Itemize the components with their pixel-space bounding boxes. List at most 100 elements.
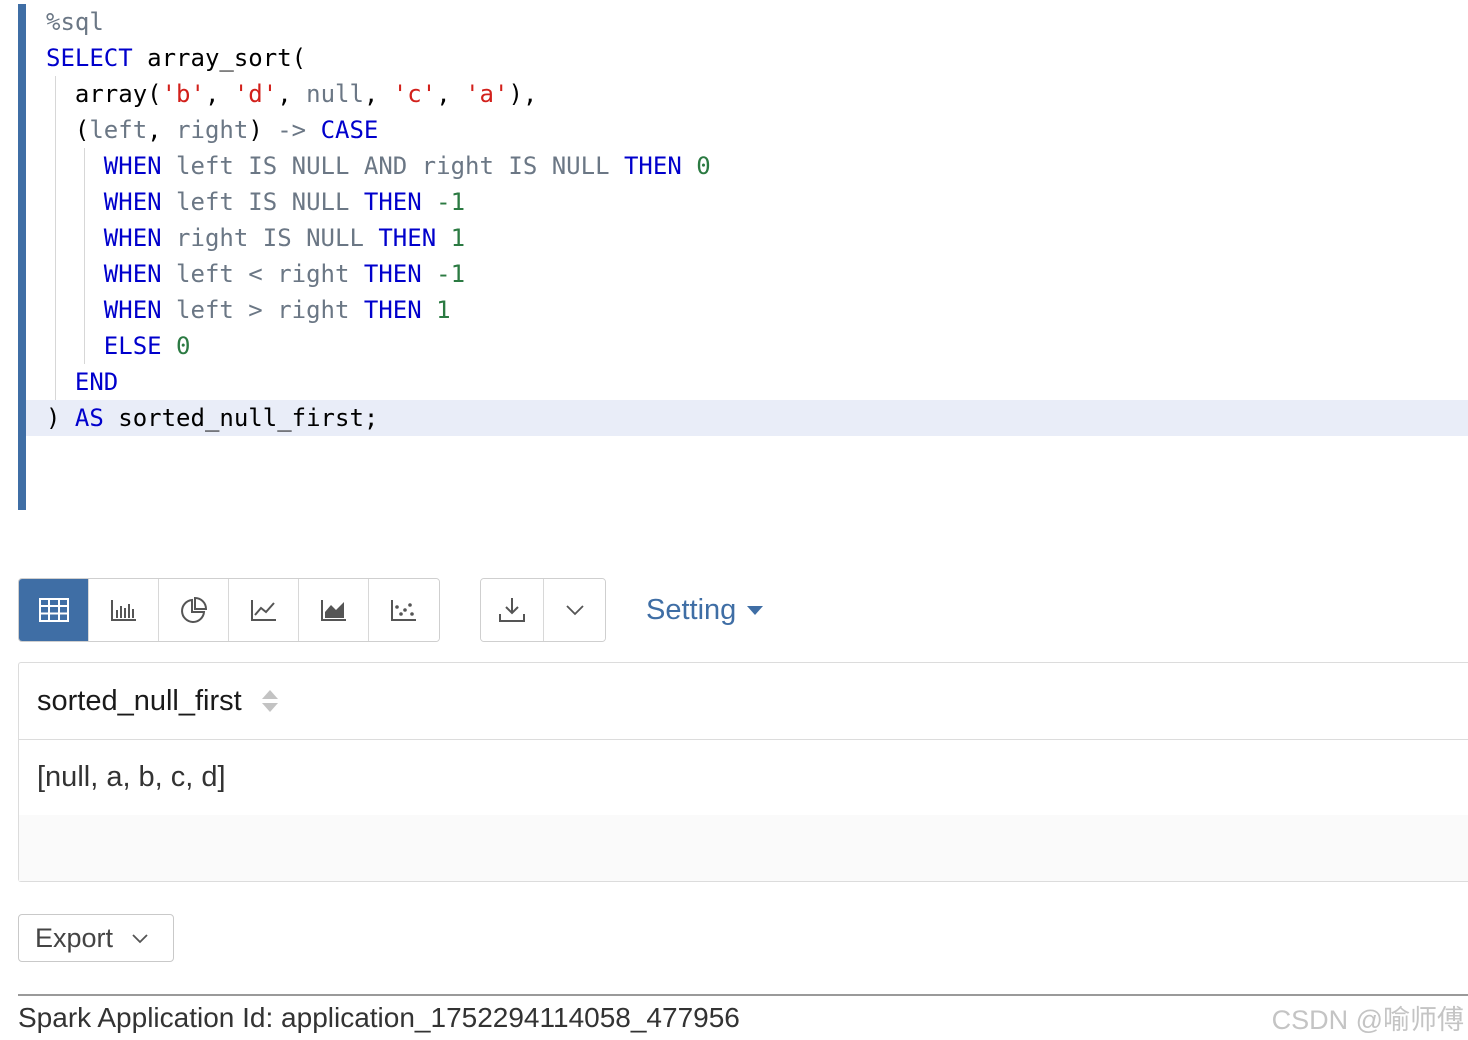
code-line-text: %sql: [46, 4, 104, 40]
code-line-text: (left, right) -> CASE: [46, 112, 378, 148]
code-line[interactable]: %sql: [26, 4, 1468, 40]
code-token: array_sort(: [132, 44, 307, 72]
code-token: 1: [436, 296, 451, 324]
code-token: 'c': [392, 80, 437, 108]
code-line[interactable]: array('b', 'd', null, 'c', 'a'),: [26, 76, 1468, 112]
setting-dropdown[interactable]: Setting: [646, 590, 764, 630]
code-token: 'a': [465, 80, 509, 108]
scatter-chart-button[interactable]: [369, 579, 439, 641]
code-token: THEN: [623, 152, 682, 180]
download-icon: [499, 598, 525, 622]
code-token: ELSE: [103, 332, 162, 360]
code-line-text: SELECT array_sort(: [46, 40, 306, 76]
code-token: -1: [436, 188, 466, 216]
code-token: WHEN: [103, 152, 162, 180]
code-line[interactable]: WHEN left < right THEN -1: [26, 256, 1468, 292]
download-button[interactable]: [481, 579, 543, 641]
code-token: ->: [277, 116, 307, 144]
table-icon: [38, 598, 69, 622]
code-token: %sql: [46, 8, 104, 36]
bar-chart-button[interactable]: [89, 579, 159, 641]
setting-label: Setting: [646, 593, 737, 626]
code-line-text: WHEN left < right THEN -1: [46, 256, 465, 292]
code-token: ): [248, 116, 278, 144]
code-token: left < right: [176, 260, 350, 288]
column-header-sorted-null-first[interactable]: sorted_null_first: [37, 685, 242, 718]
code-line[interactable]: WHEN right IS NULL THEN 1: [26, 220, 1468, 256]
code-line[interactable]: ) AS sorted_null_first;: [26, 400, 1468, 436]
code-token: 0: [176, 332, 191, 360]
editor-focus-bar: [18, 4, 26, 510]
sort-icon[interactable]: [261, 690, 278, 712]
export-button[interactable]: Export: [18, 914, 174, 962]
code-line-text: WHEN right IS NULL THEN 1: [46, 220, 465, 256]
indent-guide: [84, 148, 85, 364]
table-view-button[interactable]: [19, 579, 89, 641]
code-line[interactable]: END: [26, 364, 1468, 400]
pie-chart-button[interactable]: [159, 579, 229, 641]
code-area[interactable]: %sql SELECT array_sort( array('b', 'd', n…: [26, 4, 1468, 436]
code-token: AS: [74, 404, 104, 432]
code-token: WHEN: [103, 188, 162, 216]
line-chart-icon: [250, 600, 276, 621]
code-token: THEN: [363, 296, 422, 324]
code-token: 0: [696, 152, 711, 180]
code-line-text: WHEN left IS NULL AND right IS NULL THEN…: [46, 148, 711, 184]
chevron-down-icon: [565, 605, 584, 616]
code-token: left: [89, 116, 148, 144]
area-chart-button[interactable]: [299, 579, 369, 641]
code-line-text: ) AS sorted_null_first;: [46, 400, 378, 436]
code-line[interactable]: SELECT array_sort(: [26, 40, 1468, 76]
pie-chart-icon: [180, 596, 207, 623]
code-token: array(: [46, 80, 162, 108]
table-row: [null, a, b, c, d]: [19, 740, 1468, 815]
spark-application-id: Spark Application Id: application_175229…: [18, 1002, 740, 1033]
line-chart-button[interactable]: [229, 579, 299, 641]
code-token: ),: [508, 80, 538, 108]
indent-guide: [55, 76, 56, 400]
code-token: WHEN: [103, 224, 162, 252]
table-empty-row: [19, 815, 1468, 881]
result-table: sorted_null_first [null, a, b, c, d]: [18, 662, 1468, 882]
code-token: THEN: [378, 224, 437, 252]
watermark: CSDN @喻师傅: [1271, 1005, 1464, 1035]
sql-editor[interactable]: %sql SELECT array_sort( array('b', 'd', n…: [18, 4, 1468, 510]
code-token: SELECT: [46, 44, 133, 72]
visualization-toolbar: [18, 578, 440, 642]
code-line[interactable]: (left, right) -> CASE: [26, 112, 1468, 148]
area-chart-icon: [320, 600, 346, 621]
code-token: left IS NULL: [176, 188, 350, 216]
code-token: 'd': [233, 80, 278, 108]
code-line-text: array('b', 'd', null, 'c', 'a'),: [46, 76, 537, 112]
code-token: ,: [277, 80, 307, 108]
code-token: CASE: [320, 116, 379, 144]
code-token: sorted_null_first;: [103, 404, 379, 432]
code-token: THEN: [363, 260, 422, 288]
code-line[interactable]: WHEN left IS NULL THEN -1: [26, 184, 1468, 220]
code-line[interactable]: WHEN left IS NULL AND right IS NULL THEN…: [26, 148, 1468, 184]
code-line-text: END: [46, 364, 118, 400]
table-header: sorted_null_first: [19, 663, 1468, 740]
code-token: THEN: [363, 188, 422, 216]
code-line[interactable]: ELSE 0: [26, 328, 1468, 364]
code-line[interactable]: WHEN left > right THEN 1: [26, 292, 1468, 328]
download-toolbar: [480, 578, 606, 642]
download-options-button[interactable]: [543, 579, 605, 641]
